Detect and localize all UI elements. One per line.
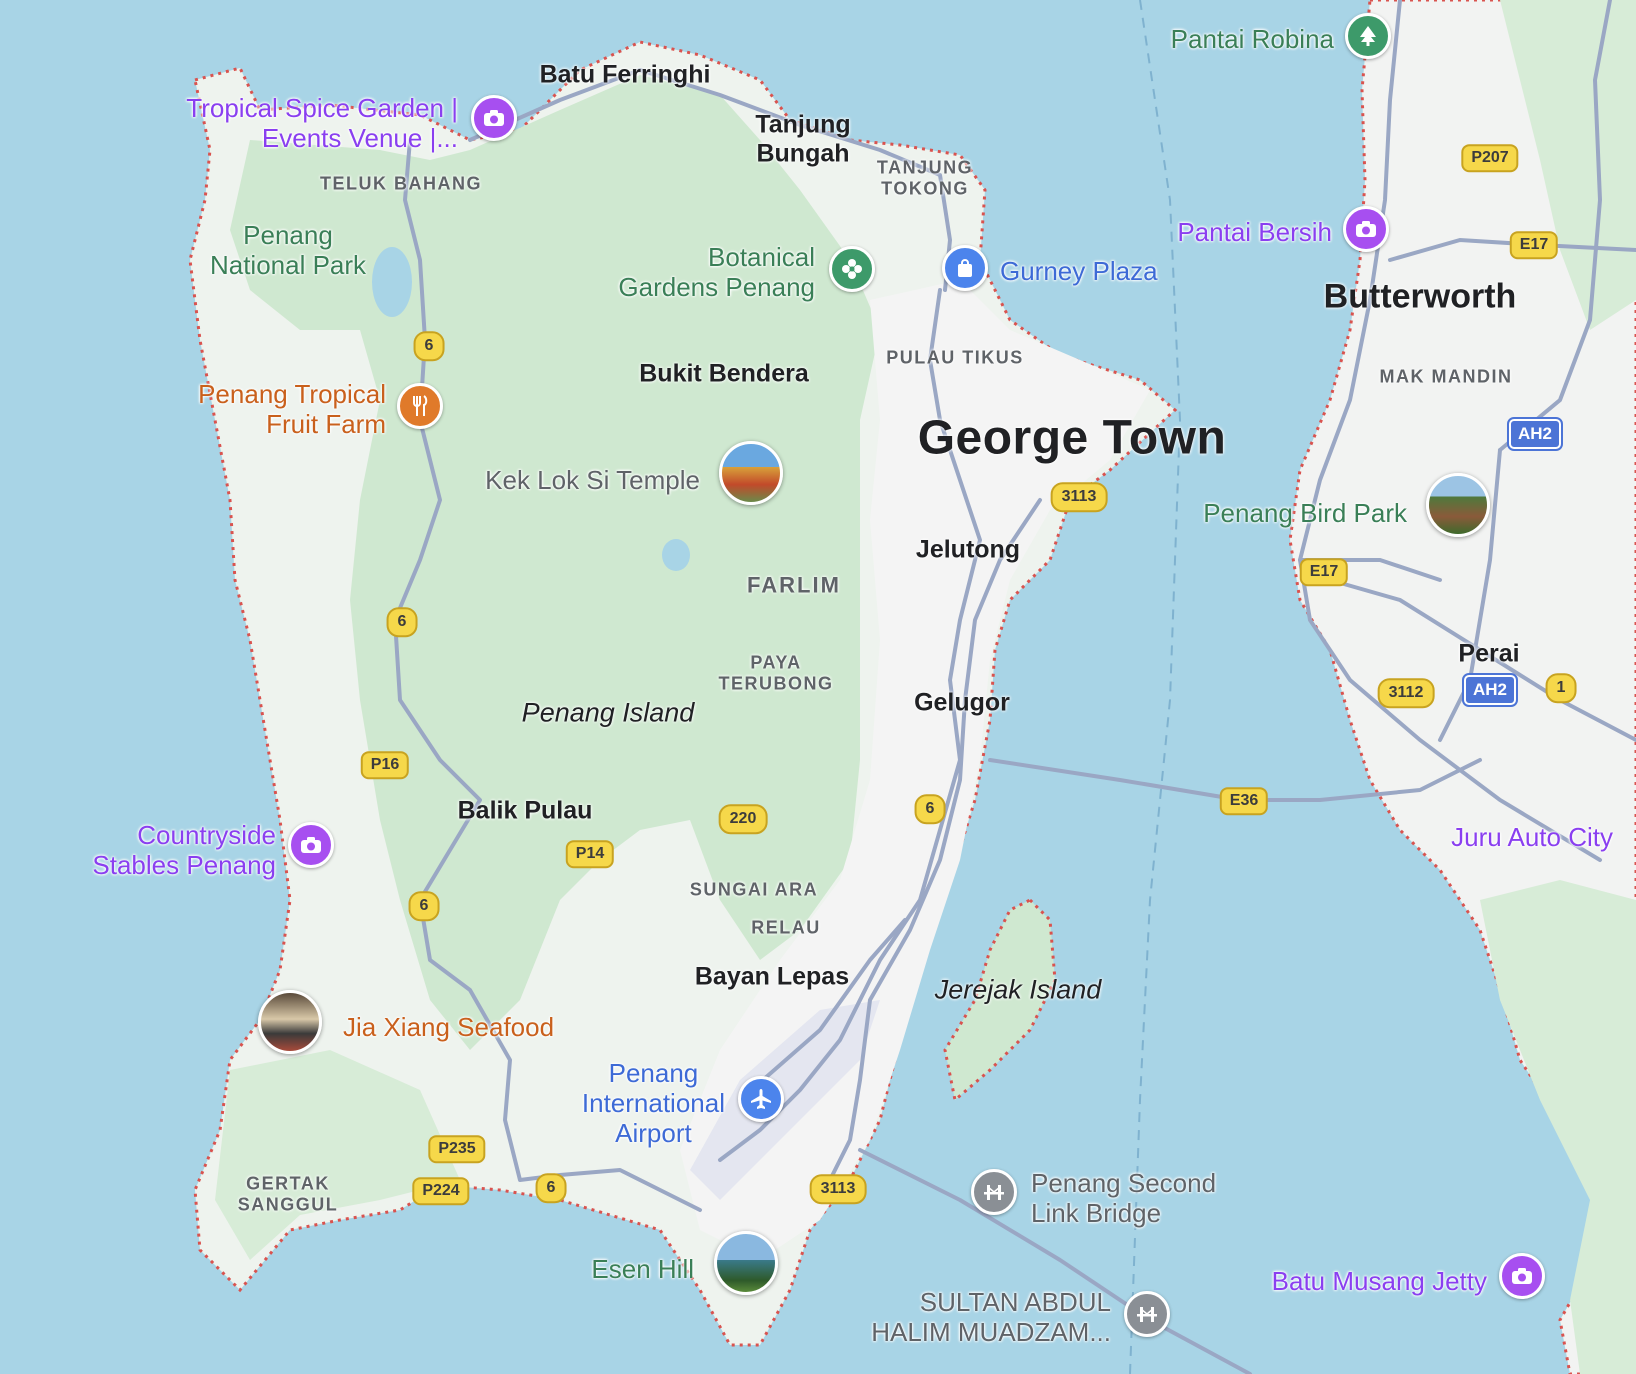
place-label-bukit-bendera: Bukit Bendera [639, 359, 809, 388]
place-label-perai: Perai [1458, 639, 1520, 668]
route-shield-3113: 3113 [1050, 482, 1108, 512]
route-shield-6: 6 [408, 891, 440, 921]
place-label-penang-island: Penang Island [521, 697, 695, 728]
place-label-balik-pulau: Balik Pulau [457, 796, 593, 825]
poi-label-batu-musang-jetty[interactable]: Batu Musang Jetty [1272, 1266, 1487, 1297]
bridge-icon[interactable] [971, 1169, 1017, 1215]
camera-icon[interactable] [471, 95, 517, 141]
camera-icon[interactable] [288, 822, 334, 868]
flower-icon[interactable] [829, 246, 875, 292]
route-shield-e36: E36 [1219, 787, 1269, 815]
route-shield-6: 6 [535, 1173, 567, 1203]
place-label-butterworth: Butterworth [1323, 277, 1517, 316]
place-label-tanjung-tokong: TANJUNG TOKONG [876, 157, 974, 198]
poi-label-second-link-bridge[interactable]: Penang Second Link Bridge [1031, 1168, 1216, 1229]
place-label-batu-ferringhi: Batu Ferringhi [539, 60, 711, 89]
poi-label-sultan-abdul-halim-bridge[interactable]: SULTAN ABDUL HALIM MUADZAM... [871, 1287, 1111, 1348]
route-shield-p207: P207 [1461, 144, 1519, 172]
camera-icon[interactable] [1499, 1253, 1545, 1299]
reservoir [372, 247, 412, 317]
poi-label-jia-xiang-seafood[interactable]: Jia Xiang Seafood [343, 1012, 554, 1043]
map-canvas[interactable]: Batu Ferringhi Tanjung Bungah TANJUNG TO… [0, 0, 1636, 1374]
tree-icon[interactable] [1345, 13, 1391, 59]
place-label-mak-mandin: MAK MANDIN [1379, 366, 1513, 387]
poi-label-countryside-stables[interactable]: Countryside Stables Penang [92, 820, 276, 881]
poi-label-tropical-spice-garden[interactable]: Tropical Spice Garden | Events Venue |..… [186, 93, 458, 154]
route-shield-p14: P14 [565, 840, 615, 868]
place-label-relau: RELAU [751, 917, 821, 938]
poi-label-juru-auto-city[interactable]: Juru Auto City [1451, 822, 1613, 853]
route-shield-3113: 3113 [809, 1174, 867, 1204]
bridge-icon[interactable] [1124, 1291, 1170, 1337]
place-label-gelugor: Gelugor [914, 688, 1010, 717]
place-label-jelutong: Jelutong [915, 535, 1021, 564]
place-label-jerejak-island: Jerejak Island [934, 974, 1102, 1005]
place-label-george-town: George Town [917, 411, 1227, 465]
photo-thumbnail-esen-hill[interactable] [714, 1231, 778, 1295]
poi-label-fruit-farm[interactable]: Penang Tropical Fruit Farm [198, 379, 386, 440]
place-label-gertak-sanggul: GERTAK SANGGUL [237, 1173, 339, 1214]
place-label-bayan-lepas: Bayan Lepas [694, 962, 850, 991]
restaurant-icon[interactable] [397, 383, 443, 429]
poi-label-gurney-plaza[interactable]: Gurney Plaza [1000, 256, 1158, 287]
airplane-icon[interactable] [738, 1076, 784, 1122]
route-shield-6: 6 [413, 331, 445, 361]
poi-label-kek-lok-si[interactable]: Kek Lok Si Temple [485, 465, 700, 496]
photo-thumbnail-bird-park[interactable] [1426, 473, 1490, 537]
poi-label-penang-bird-park[interactable]: Penang Bird Park [1203, 498, 1407, 529]
camera-icon[interactable] [1343, 206, 1389, 252]
route-shield-6: 6 [914, 794, 946, 824]
route-shield-e17: E17 [1299, 558, 1349, 586]
photo-thumbnail-kek-lok-si[interactable] [719, 441, 783, 505]
route-shield-220: 220 [718, 804, 768, 834]
route-shield-p224: P224 [412, 1177, 470, 1205]
route-shield-3112: 3112 [1377, 678, 1435, 708]
shopping-bag-icon[interactable] [942, 245, 988, 291]
route-shield-ah2: AH2 [1506, 417, 1564, 451]
poi-label-esen-hill[interactable]: Esen Hill [591, 1254, 694, 1285]
poi-label-pantai-robina[interactable]: Pantai Robina [1171, 24, 1334, 55]
photo-thumbnail-jia-xiang[interactable] [258, 990, 322, 1054]
place-label-sungai-ara: SUNGAI ARA [689, 879, 819, 900]
poi-label-pantai-bersih[interactable]: Pantai Bersih [1177, 217, 1332, 248]
route-shield-e17: E17 [1509, 231, 1559, 259]
place-label-teluk-bahang: TELUK BAHANG [320, 173, 482, 194]
poi-label-airport[interactable]: Penang International Airport [582, 1058, 725, 1149]
route-shield-p235: P235 [428, 1135, 486, 1163]
place-label-pulau-tikus: PULAU TIKUS [886, 347, 1024, 368]
mainland-forest-south [1480, 880, 1636, 1374]
reservoir-2 [662, 539, 690, 571]
place-label-penang-national-park[interactable]: Penang National Park [210, 220, 366, 281]
route-shield-ah2: AH2 [1461, 673, 1519, 707]
route-shield-1: 1 [1545, 673, 1577, 703]
poi-label-botanical-gardens[interactable]: Botanical Gardens Penang [618, 242, 815, 303]
route-shield-6: 6 [386, 607, 418, 637]
route-shield-p16: P16 [360, 751, 410, 779]
place-label-tanjung-bungah: Tanjung Bungah [755, 110, 851, 167]
place-label-paya-terubong: PAYA TERUBONG [718, 652, 834, 693]
place-label-farlim: FARLIM [747, 572, 841, 598]
